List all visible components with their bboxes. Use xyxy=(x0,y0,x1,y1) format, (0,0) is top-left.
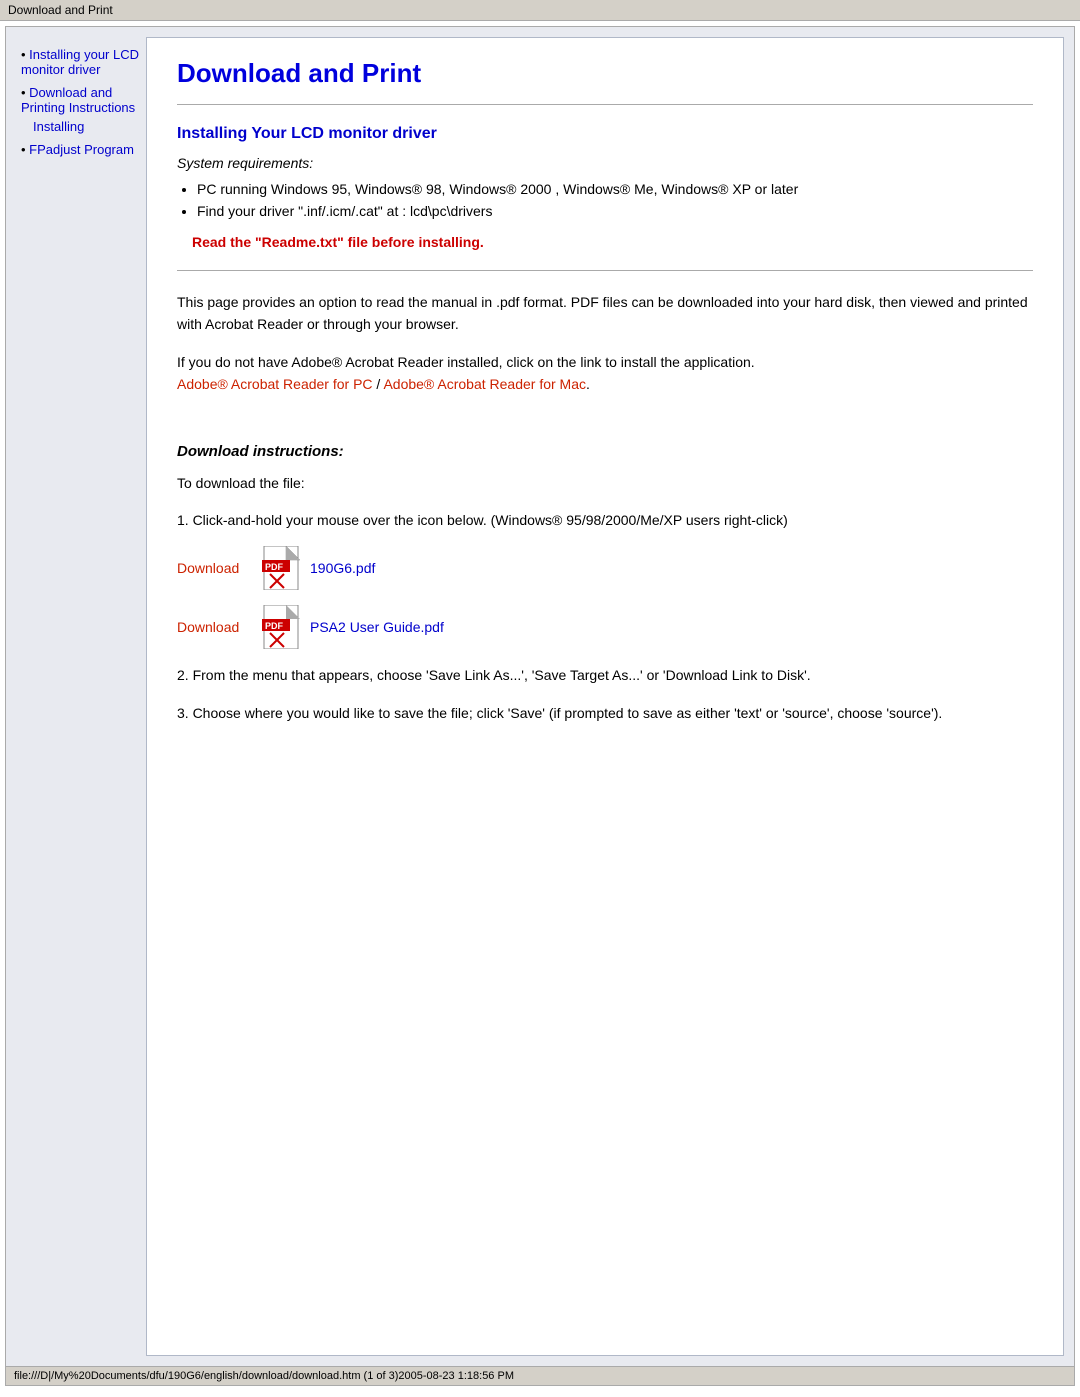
status-bar-text: file:///D|/My%20Documents/dfu/190G6/engl… xyxy=(14,1370,514,1382)
page-title: Download and Print xyxy=(177,58,1033,89)
step-2: 2. From the menu that appears, choose 'S… xyxy=(177,664,1033,686)
svg-text:PDF: PDF xyxy=(265,621,284,631)
title-bar: Download and Print xyxy=(0,0,1080,21)
sidebar-item-fpadjust: • FPadjust Program xyxy=(21,142,141,157)
section-title-lcd: Installing Your LCD monitor driver xyxy=(177,125,1033,143)
sidebar: • Installing your LCD monitor driver • D… xyxy=(16,37,146,1356)
sidebar-item-download: • Download and Printing Instructions xyxy=(21,85,141,115)
pdf-filename-2[interactable]: PSA2 User Guide.pdf xyxy=(310,619,444,635)
download-intro: To download the file: xyxy=(177,472,1033,494)
download-link-1[interactable]: Download xyxy=(177,560,252,576)
svg-text:PDF: PDF xyxy=(265,562,284,572)
download-row-1: Download PDF xyxy=(177,546,1033,590)
system-req-label: System requirements: xyxy=(177,155,1033,171)
sidebar-link-download[interactable]: Download and Printing Instructions xyxy=(21,85,135,115)
download-link-2[interactable]: Download xyxy=(177,619,252,635)
warning-text: Read the "Readme.txt" file before instal… xyxy=(192,234,1033,250)
divider-1 xyxy=(177,104,1033,105)
req-item-1: PC running Windows 95, Windows® 98, Wind… xyxy=(197,181,1033,197)
sidebar-link-install[interactable]: Installing your LCD monitor driver xyxy=(21,47,139,77)
pdf-filename-1[interactable]: 190G6.pdf xyxy=(310,560,375,576)
req-item-2: Find your driver ".inf/.icm/.cat" at : l… xyxy=(197,203,1033,219)
sidebar-link-installing[interactable]: Installing xyxy=(33,119,84,134)
main-content: • Installing your LCD monitor driver • D… xyxy=(6,27,1074,1366)
body-text-2: If you do not have Adobe® Acrobat Reader… xyxy=(177,351,1033,396)
requirements-list: PC running Windows 95, Windows® 98, Wind… xyxy=(197,181,1033,219)
sidebar-link-fpadjust[interactable]: FPadjust Program xyxy=(29,142,134,157)
acrobat-text: If you do not have Adobe® Acrobat Reader… xyxy=(177,354,755,370)
acrobat-link-mac[interactable]: Adobe® Acrobat Reader for Mac xyxy=(383,376,586,392)
step-3: 3. Choose where you would like to save t… xyxy=(177,702,1033,724)
sidebar-item-installing: Installing xyxy=(21,119,141,134)
acrobat-link-pc[interactable]: Adobe® Acrobat Reader for PC xyxy=(177,376,373,392)
download-instructions-title: Download instructions: xyxy=(177,443,1033,460)
pdf-icon-1: PDF xyxy=(262,546,300,590)
body-text-1: This page provides an option to read the… xyxy=(177,291,1033,336)
content-area: Download and Print Installing Your LCD m… xyxy=(146,37,1064,1356)
sidebar-nav: • Installing your LCD monitor driver • D… xyxy=(21,47,141,157)
download-row-2: Download PDF PSA2 User Guide.pdf xyxy=(177,605,1033,649)
pdf-icon-2: PDF xyxy=(262,605,300,649)
browser-window: • Installing your LCD monitor driver • D… xyxy=(5,26,1075,1386)
title-bar-text: Download and Print xyxy=(8,3,113,17)
step-1: 1. Click-and-hold your mouse over the ic… xyxy=(177,509,1033,531)
sidebar-item-install: • Installing your LCD monitor driver xyxy=(21,47,141,77)
divider-2 xyxy=(177,270,1033,271)
status-bar: file:///D|/My%20Documents/dfu/190G6/engl… xyxy=(6,1366,1074,1385)
link-separator: / xyxy=(373,376,384,392)
